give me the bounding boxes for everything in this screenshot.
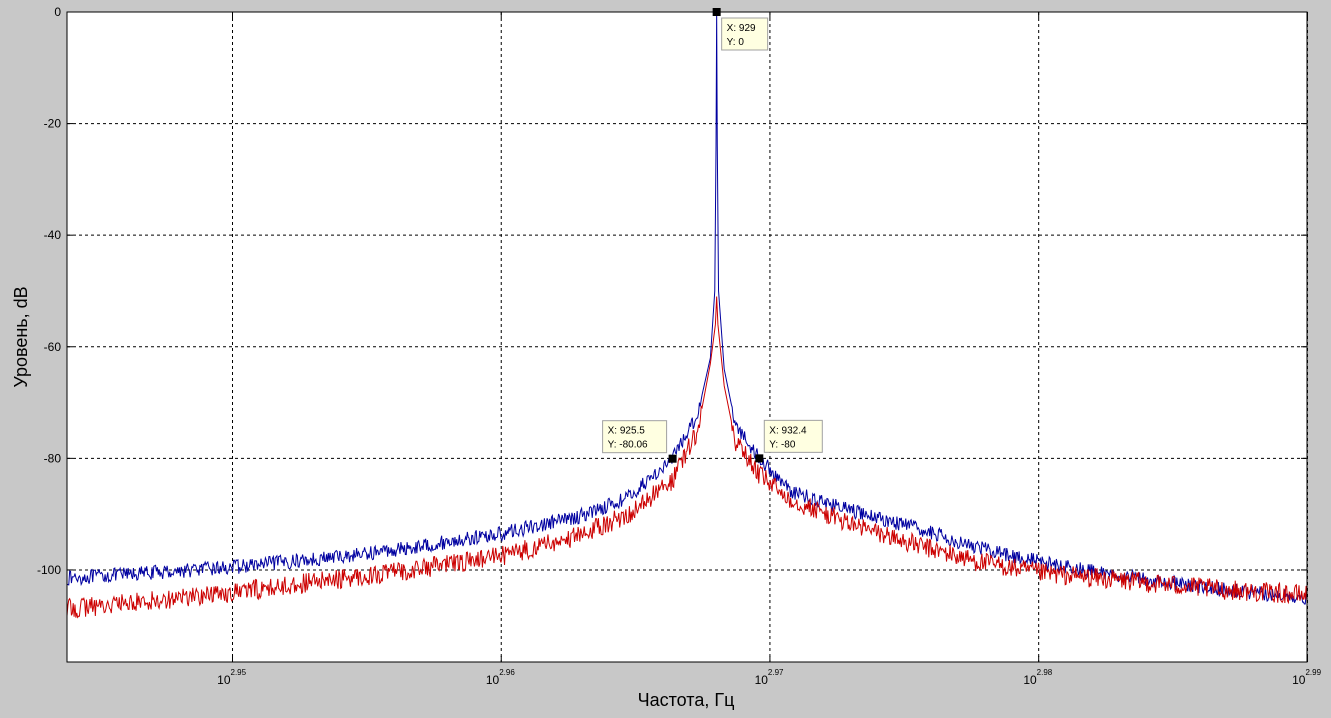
x-tick-label: 10 xyxy=(217,673,231,687)
y-tick-label: -60 xyxy=(44,340,62,354)
y-tick-label: 0 xyxy=(54,5,61,19)
x-tick-label: 10 xyxy=(1292,673,1306,687)
datatip-x-label: X: 925.5 xyxy=(608,426,646,437)
x-tick-exponent: 2.97 xyxy=(768,668,784,677)
x-tick-label: 10 xyxy=(1023,673,1037,687)
y-tick-label: -20 xyxy=(44,117,62,131)
datatip-y-label: Y: -80.06 xyxy=(608,440,648,451)
x-tick-exponent: 2.99 xyxy=(1305,668,1321,677)
datatip-marker[interactable] xyxy=(668,454,677,463)
y-axis-label: Уровень, dB xyxy=(11,286,31,387)
datatip-marker[interactable] xyxy=(712,8,721,16)
x-tick-exponent: 2.98 xyxy=(1037,668,1053,677)
y-tick-label: -80 xyxy=(44,451,62,465)
spectrum-figure: 102.95102.96102.97102.98102.990-20-40-60… xyxy=(0,0,1331,718)
y-tick-label: -40 xyxy=(44,228,62,242)
x-axis-label: Частота, Гц xyxy=(638,690,735,710)
datatip-x-label: X: 932.4 xyxy=(769,425,807,436)
x-tick-exponent: 2.96 xyxy=(499,668,515,677)
datatip-x-label: X: 929 xyxy=(727,23,756,34)
x-tick-label: 10 xyxy=(486,673,500,687)
y-tick-label: -100 xyxy=(37,563,61,577)
x-tick-exponent: 2.95 xyxy=(231,668,247,677)
datatip-y-label: Y: 0 xyxy=(727,37,745,48)
x-tick-label: 10 xyxy=(755,673,769,687)
datatip-y-label: Y: -80 xyxy=(769,439,796,450)
datatip-marker[interactable] xyxy=(755,454,764,463)
